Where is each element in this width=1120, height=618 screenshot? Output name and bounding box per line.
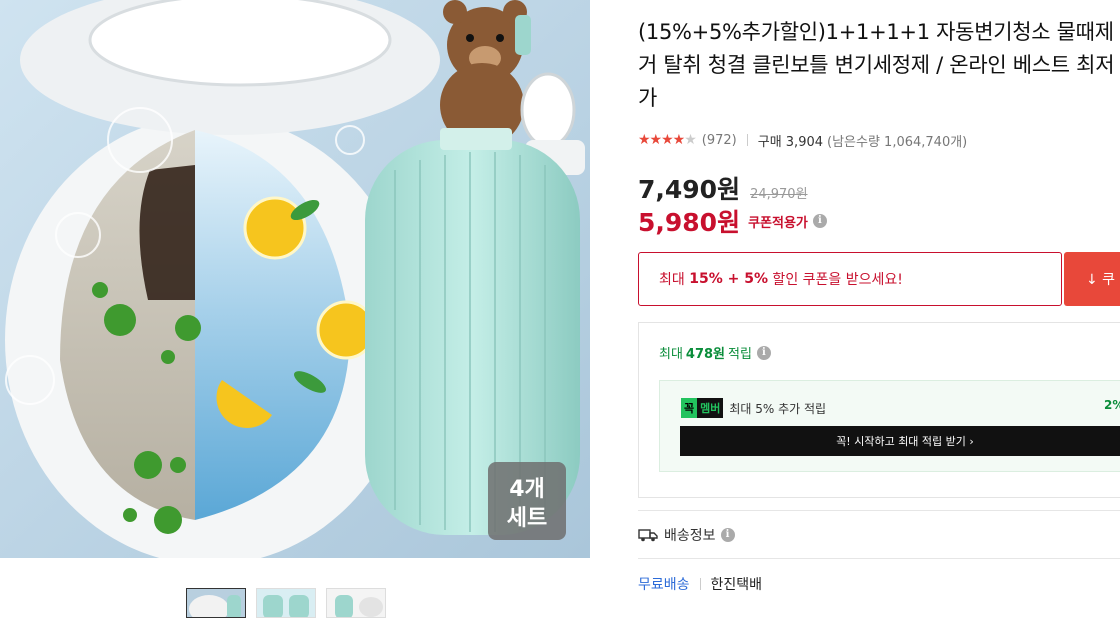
coupon-text-suffix: 할인 쿠폰을 받으세요!: [767, 272, 903, 288]
member-rate: 2%: [1104, 398, 1120, 412]
shipping-row: 무료배송 한진택배: [638, 574, 762, 594]
remaining-stock: (남은수량 1,064,740개): [827, 134, 968, 150]
points-line: 최대 478원 적립 i: [659, 343, 771, 362]
points-amount: 478원: [685, 347, 726, 362]
coupon-banner[interactable]: 최대 15% + 5% 할인 쿠폰을 받으세요!: [638, 252, 1062, 306]
coupon-text-bold: 15% + 5%: [689, 271, 768, 287]
carrier-name: 한진택배: [710, 577, 763, 593]
product-main-image[interactable]: 4개 세트: [0, 0, 590, 558]
star-icon[interactable]: ★★★★★: [638, 132, 697, 148]
coupon-download-button[interactable]: ↓ 쿠: [1064, 252, 1120, 306]
truck-icon: [638, 529, 658, 542]
product-title: (15%+5%추가할인)1+1+1+1 자동변기청소 물때제거 탈취 청결 클린…: [638, 20, 1115, 110]
sale-price: 7,490원: [638, 175, 741, 204]
divider: [746, 134, 748, 146]
member-text: 최대 5% 추가 적립: [729, 401, 827, 416]
shipping-header: 배송정보 i: [638, 525, 735, 545]
coupon-price-label: 쿠폰적용가: [748, 215, 808, 231]
shipping-title: 배송정보: [664, 528, 716, 544]
member-badge-b: 멤버: [697, 398, 724, 418]
set-badge-line2: 세트: [507, 506, 547, 531]
divider: [699, 578, 701, 590]
coupon-price: 5,980원: [638, 208, 741, 237]
info-icon[interactable]: i: [812, 214, 827, 228]
divider: [638, 558, 1120, 559]
free-shipping-label: 무료배송: [638, 577, 690, 593]
coupon-download-label: ↓ 쿠: [1086, 272, 1116, 288]
purchase-count: 구매 3,904: [757, 134, 824, 150]
rating-row: ★★★★★ (972) 구매 3,904 (남은수량 1,064,740개): [638, 130, 967, 150]
info-icon[interactable]: i: [756, 345, 771, 360]
divider: [638, 510, 1120, 511]
set-badge-line1: 4개: [509, 477, 545, 502]
price-row: 7,490원 24,970원: [638, 170, 808, 204]
start-membership-button[interactable]: 꼭! 시작하고 최대 적립 받기 ›: [680, 426, 1120, 456]
coupon-text-prefix: 최대: [659, 272, 690, 288]
original-price: 24,970원: [750, 187, 808, 202]
points-suffix: 적립: [728, 347, 752, 362]
info-icon[interactable]: i: [720, 528, 735, 542]
review-count[interactable]: (972): [702, 133, 737, 148]
member-badge-a: 꼭: [681, 398, 698, 418]
points-prefix: 최대: [659, 347, 683, 362]
member-row: 꼭 멤버 최대 5% 추가 적립: [681, 398, 826, 418]
thumbnail-strip: [186, 588, 386, 618]
coupon-price-row: 5,980원 쿠폰적용가 i: [638, 205, 827, 237]
